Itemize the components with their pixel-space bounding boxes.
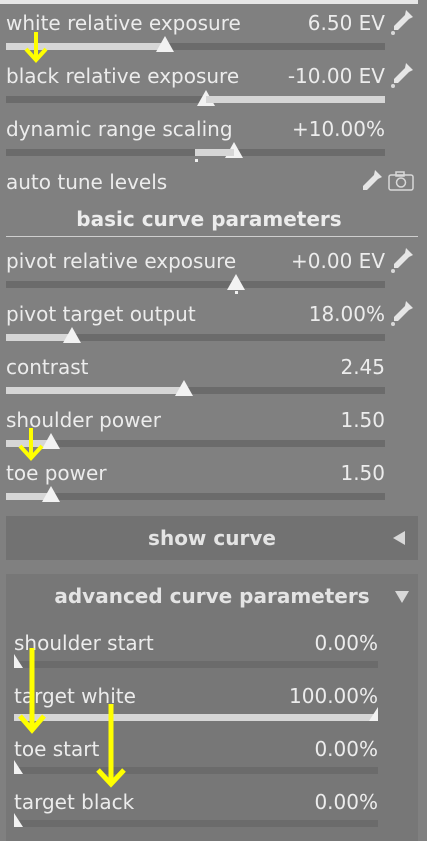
- slider-value: +10.00%: [291, 117, 385, 141]
- slider-label: contrast: [6, 355, 89, 379]
- slider-value: 0.00%: [314, 631, 378, 655]
- annotation-arrow-icon: [96, 704, 126, 788]
- slider-value: 6.50 EV: [307, 11, 385, 35]
- slider-track[interactable]: [6, 281, 385, 288]
- slider-target-black[interactable]: target black 0.00%: [14, 789, 378, 829]
- camera-icon[interactable]: [388, 171, 414, 191]
- show-curve-label: show curve: [148, 526, 276, 550]
- slider-handle[interactable]: [156, 36, 175, 52]
- color-picker-icon[interactable]: [389, 246, 415, 274]
- slider-handle[interactable]: [175, 380, 194, 396]
- slider-track[interactable]: [14, 820, 378, 827]
- slider-fill-right: [206, 96, 385, 103]
- slider-value: 1.50: [340, 408, 385, 432]
- slider-toe-start[interactable]: toe start 0.00%: [14, 736, 378, 776]
- basic-curve-parameters-title: basic curve parameters: [76, 207, 342, 231]
- slider-label: toe power: [6, 461, 107, 485]
- panel-top-border: [0, 0, 418, 4]
- slider-marker: [235, 291, 238, 294]
- slider-contrast[interactable]: contrast 2.45: [6, 354, 385, 396]
- slider-toe-power[interactable]: toe power 1.50: [6, 460, 385, 502]
- filmic-module-panel: white relative exposure 6.50 EV black re…: [0, 0, 427, 841]
- slider-track[interactable]: [6, 493, 385, 500]
- slider-handle[interactable]: [42, 486, 61, 502]
- color-picker-icon[interactable]: [389, 299, 415, 327]
- slider-label: black relative exposure: [6, 64, 240, 88]
- color-picker-icon[interactable]: [358, 168, 384, 196]
- slider-label: target black: [14, 790, 135, 814]
- slider-value: -10.00 EV: [287, 64, 385, 88]
- annotation-arrow-icon: [18, 428, 44, 461]
- slider-track[interactable]: [6, 440, 385, 447]
- slider-value: 0.00%: [314, 790, 378, 814]
- slider-value: +0.00 EV: [291, 249, 385, 273]
- slider-track[interactable]: [14, 661, 378, 668]
- annotation-arrow-icon: [24, 32, 48, 63]
- slider-fill: [14, 714, 378, 721]
- slider-value: 1.50: [340, 461, 385, 485]
- slider-track[interactable]: [14, 714, 378, 721]
- slider-marker: [195, 159, 198, 162]
- show-curve-toggle[interactable]: show curve: [6, 516, 418, 560]
- slider-value: 18.00%: [308, 302, 385, 326]
- slider-label: dynamic range scaling: [6, 117, 233, 141]
- slider-fill-center: [195, 149, 234, 156]
- slider-value: 0.00%: [314, 737, 378, 761]
- triangle-down-icon: [395, 591, 409, 603]
- slider-value: 2.45: [340, 355, 385, 379]
- slider-pivot-relative-exposure[interactable]: pivot relative exposure +0.00 EV: [6, 248, 385, 290]
- slider-shoulder-power[interactable]: shoulder power 1.50: [6, 407, 385, 449]
- color-picker-icon[interactable]: [389, 61, 415, 89]
- slider-track[interactable]: [14, 767, 378, 774]
- advanced-curve-parameters-section: advanced curve parameters shoulder start…: [6, 574, 418, 841]
- annotation-arrow-icon: [18, 648, 46, 734]
- slider-label: pivot relative exposure: [6, 249, 237, 273]
- slider-track[interactable]: [6, 387, 385, 394]
- slider-white-relative-exposure[interactable]: white relative exposure 6.50 EV: [6, 10, 385, 52]
- slider-handle[interactable]: [63, 327, 82, 343]
- slider-target-white[interactable]: target white 100.00%: [14, 683, 378, 723]
- slider-handle[interactable]: [14, 760, 24, 776]
- slider-label: toe start: [14, 737, 100, 761]
- slider-handle[interactable]: [368, 707, 378, 723]
- advanced-header[interactable]: advanced curve parameters: [6, 574, 418, 618]
- slider-shoulder-start[interactable]: shoulder start 0.00%: [14, 630, 378, 670]
- slider-handle[interactable]: [14, 813, 24, 829]
- slider-handle[interactable]: [42, 433, 61, 449]
- auto-tune-label: auto tune levels: [6, 170, 168, 194]
- section-divider: [6, 236, 418, 237]
- triangle-left-icon: [393, 531, 405, 545]
- color-picker-icon[interactable]: [389, 8, 415, 36]
- slider-track[interactable]: [6, 43, 385, 50]
- slider-pivot-target-output[interactable]: pivot target output 18.00%: [6, 301, 385, 343]
- slider-handle[interactable]: [227, 274, 245, 290]
- slider-fill: [6, 387, 185, 394]
- slider-value: 100.00%: [289, 684, 378, 708]
- advanced-curve-parameters-title: advanced curve parameters: [54, 584, 370, 608]
- slider-label: pivot target output: [6, 302, 196, 326]
